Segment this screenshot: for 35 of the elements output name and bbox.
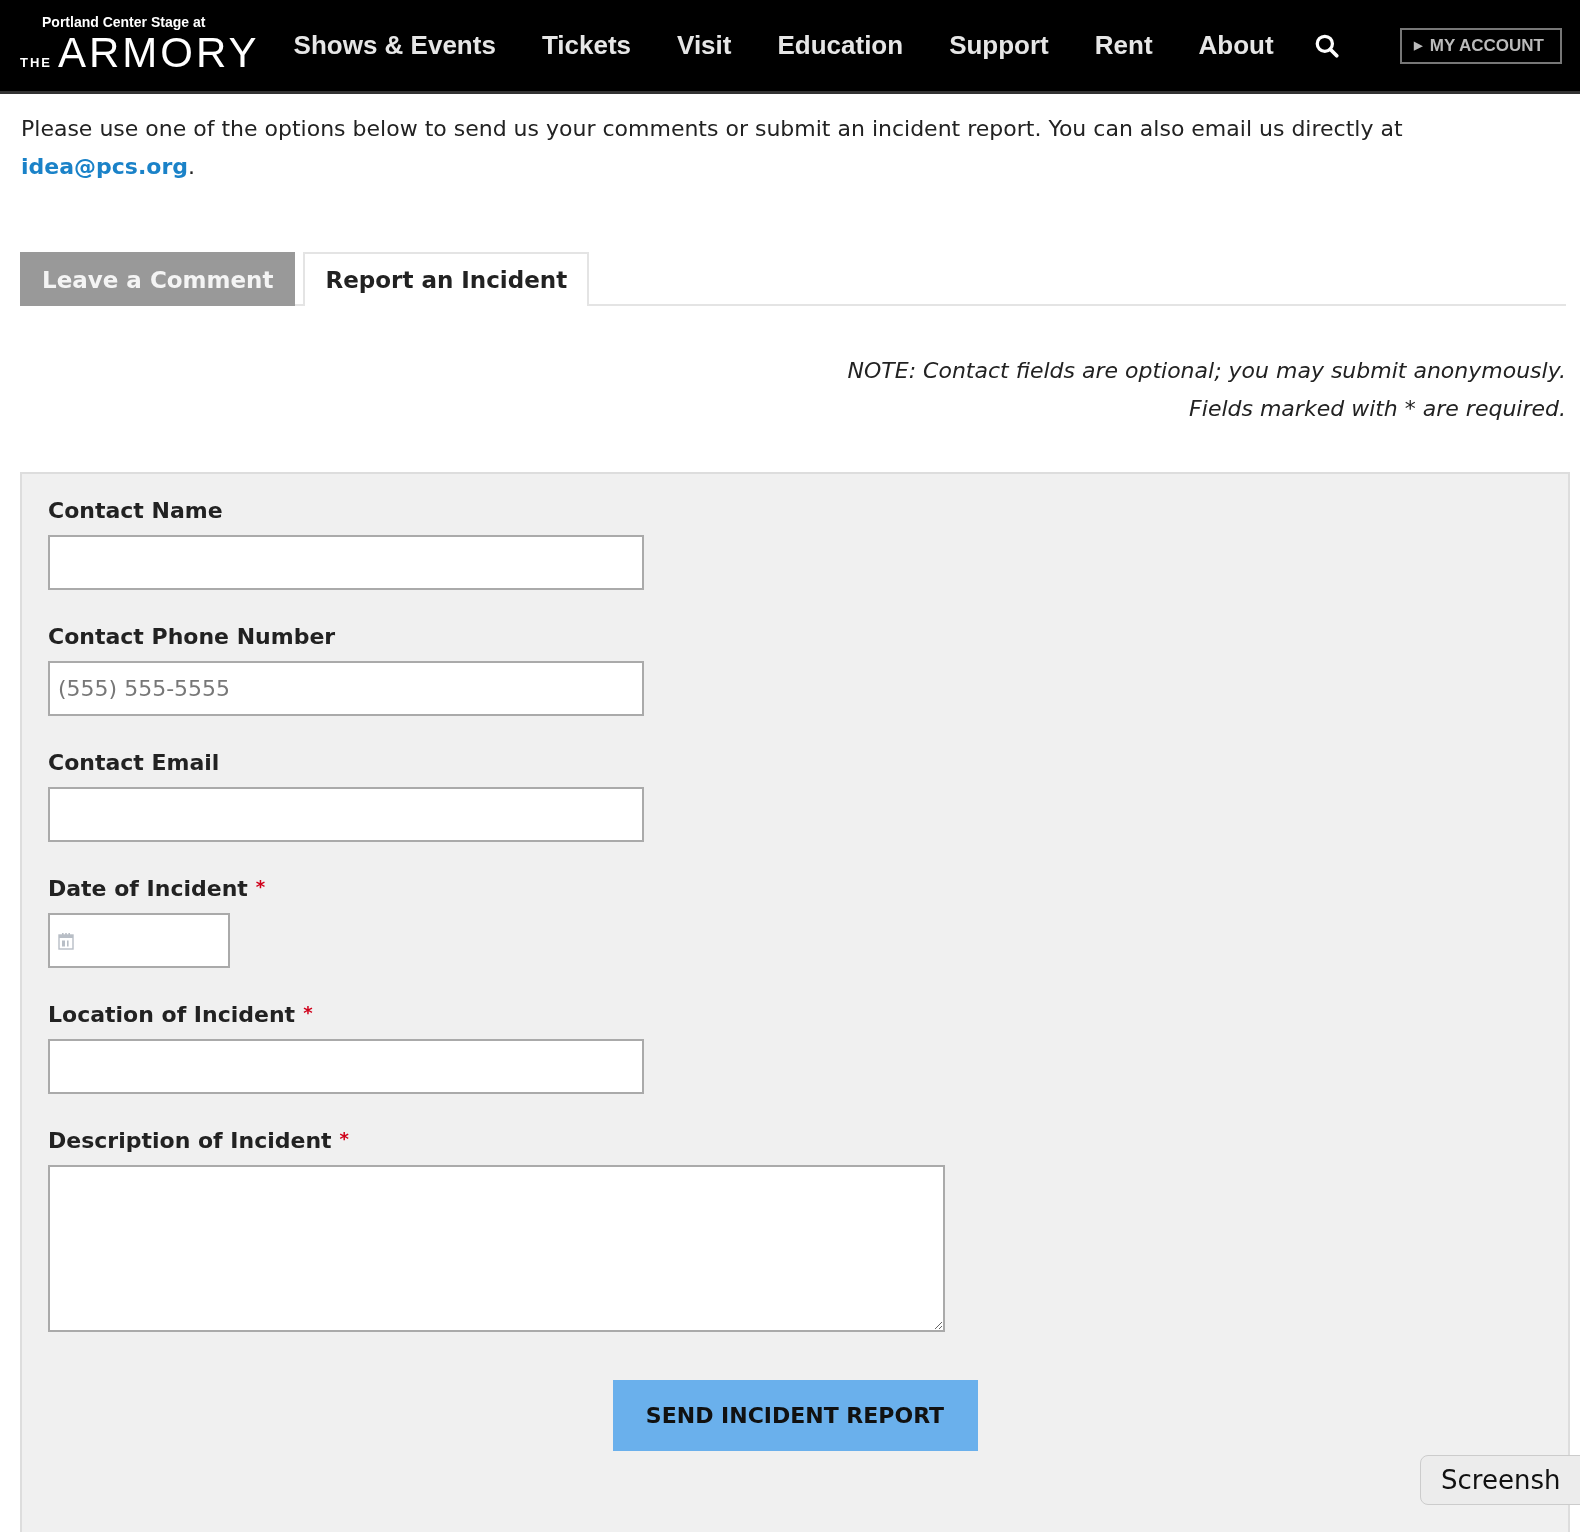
search-icon[interactable] [1313,32,1340,59]
email-link[interactable]: idea@pcs.org [21,154,188,179]
nav-link[interactable]: Visit [677,30,732,61]
textarea-field[interactable] [48,1165,945,1332]
nav-link[interactable]: Rent [1094,30,1153,61]
tab[interactable]: Report an Incident [303,252,590,306]
required-marker: * [339,1128,349,1151]
nav-link[interactable]: Education [777,30,904,61]
nav-link[interactable]: Tickets [541,30,631,61]
tooltip: Screensh [1420,1455,1580,1505]
field-label: Contact Email [48,750,220,775]
logo-prefix[interactable]: THE [20,54,52,70]
input-field[interactable]: (555) 555-5555 [48,661,644,716]
nav-link[interactable]: Support [949,30,1049,61]
calendar-icon [58,931,74,950]
submit-button[interactable]: SEND INCIDENT REPORT [612,1380,978,1451]
logo-tagline[interactable]: Portland Center Stage at [20,13,260,30]
field-label: Date of Incident [48,876,248,901]
intro-paragraph: Please use one of the options below to send us your comments or submit an incident report. You can also email us directly at idea@pcs.org. [21,115,1404,181]
required-marker: * [303,1002,313,1025]
field-label: Location of Incident [48,1002,296,1027]
input-field[interactable] [48,787,644,842]
date-field[interactable] [48,913,230,968]
logo-wordmark[interactable]: ARMORY [58,31,260,74]
field-label: Description of Incident [48,1128,332,1153]
field-label: Contact Phone Number [48,624,336,649]
input-field[interactable] [48,535,644,590]
required-marker: * [255,876,266,899]
note-text: Fields marked with * are required. [1188,395,1566,423]
input-field[interactable] [48,1039,644,1094]
my-account-button[interactable]: ▶ MY ACCOUNT [1399,27,1562,64]
nav-link[interactable]: About [1198,30,1274,61]
nav-link[interactable]: Shows & Events [293,30,496,61]
field-label: Contact Name [48,498,223,523]
note-text: NOTE: Contact fields are optional; you may submit anonymously. [846,357,1566,385]
